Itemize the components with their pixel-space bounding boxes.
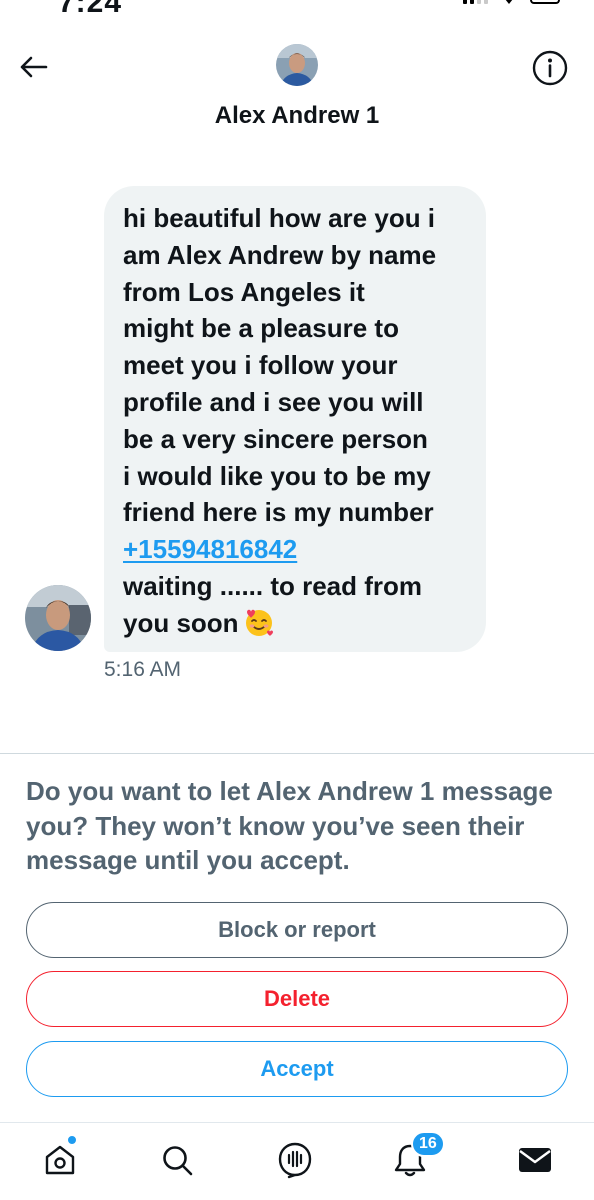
battery-icon (530, 0, 560, 4)
divider (0, 753, 594, 754)
info-icon (532, 50, 568, 86)
tab-search[interactable] (152, 1135, 202, 1185)
sender-avatar[interactable] (25, 585, 91, 651)
back-button[interactable] (16, 52, 50, 82)
back-arrow-icon (20, 56, 48, 78)
tab-spaces[interactable] (270, 1135, 320, 1185)
message-line: profile and i see you will (123, 386, 424, 417)
block-or-report-button[interactable]: Block or report (26, 902, 568, 958)
message-line: friend here is my number (123, 497, 434, 528)
avatar-photo (276, 44, 318, 86)
message-request-prompt: Do you want to let Alex Andrew 1 message… (26, 776, 553, 875)
message-line: i would like you to be my (123, 460, 431, 491)
tab-notifications[interactable]: 16 (385, 1131, 445, 1185)
message-timestamp: 5:16 AM (104, 658, 182, 681)
message-line: hi beautiful how are you i (123, 203, 436, 233)
accept-button[interactable]: Accept (26, 1041, 568, 1097)
message-line: might be a pleasure to (123, 313, 399, 344)
message-line: you soon (123, 607, 239, 638)
bottom-tab-bar: 16 (0, 1123, 594, 1200)
contact-name[interactable]: Alex Andrew 1 (0, 102, 594, 130)
phone-number-link[interactable]: +15594816842 (123, 534, 297, 564)
avatar-photo (25, 585, 91, 651)
status-time: 7:24 (58, 0, 123, 19)
contact-avatar[interactable] (276, 44, 318, 86)
unread-dot (67, 1135, 77, 1145)
message-line: from Los Angeles it (123, 276, 365, 307)
tab-messages[interactable] (510, 1135, 560, 1185)
message-bubble[interactable]: hi beautiful how are you i am Alex Andre… (104, 186, 486, 652)
cellular-signal-icon (463, 0, 488, 4)
home-icon (45, 1145, 75, 1175)
message-line: be a very sincere person (123, 423, 428, 454)
message-line: am Alex Andrew by name (123, 239, 437, 270)
delete-button[interactable]: Delete (26, 971, 568, 1027)
search-icon (163, 1146, 193, 1176)
spaces-icon (278, 1142, 312, 1179)
message-last-line: you soon (123, 605, 468, 642)
message-line: meet you i follow your (123, 350, 398, 381)
wifi-icon (505, 0, 513, 4)
status-icons (463, 0, 560, 8)
tab-home[interactable] (35, 1135, 85, 1185)
notifications-count-badge: 16 (411, 1131, 445, 1157)
info-button[interactable] (530, 48, 570, 88)
message-line: waiting ...... to read from (123, 570, 423, 601)
smiling-face-with-hearts-icon (245, 609, 273, 636)
conversation-header: Alex Andrew 1 (0, 40, 594, 140)
envelope-icon (519, 1148, 551, 1172)
status-bar: 7:24 (0, 0, 594, 24)
